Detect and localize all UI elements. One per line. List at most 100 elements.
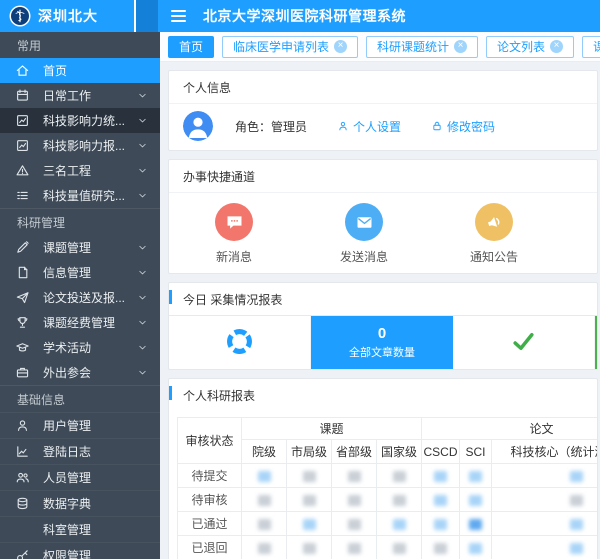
- quick-action-label: 发送消息: [340, 248, 388, 265]
- report-group-header: 课题: [242, 418, 422, 440]
- sidebar-item-paper-submission[interactable]: 论文投送及报...: [0, 285, 160, 310]
- sidebar-item-three-famous-project[interactable]: 三名工程: [0, 158, 160, 183]
- blank-icon: [15, 522, 30, 537]
- table-row: 待审核: [178, 488, 598, 512]
- report-cell: [422, 488, 460, 512]
- trophy-icon: [15, 315, 30, 330]
- sidebar-item-tech-influence-report[interactable]: 科技影响力报...: [0, 133, 160, 158]
- sidebar-item-daily-work[interactable]: 日常工作: [0, 83, 160, 108]
- report-cell: [422, 464, 460, 488]
- report-cell: [332, 464, 377, 488]
- personal-settings-link[interactable]: 个人设置: [337, 118, 401, 135]
- horn-icon: [475, 203, 513, 241]
- role-label: 角色：: [235, 120, 271, 134]
- blurred-value: [570, 495, 583, 506]
- sidebar-item-label: 人员管理: [43, 469, 160, 486]
- sidebar-item-department-mgmt[interactable]: 科室管理: [0, 516, 160, 542]
- sidebar-section-1: 科研管理课题管理信息管理论文投送及报...课题经费管理学术活动外出参会: [0, 208, 160, 385]
- tab-clinical-medicine-apply-list[interactable]: 临床医学申请列表×: [222, 36, 358, 58]
- report-column-header: 国家级: [377, 440, 422, 464]
- report-cell: [332, 488, 377, 512]
- report-cell: [377, 512, 422, 536]
- blurred-value: [434, 495, 447, 506]
- tab-home[interactable]: 首页: [168, 36, 214, 58]
- blurred-value: [393, 519, 406, 530]
- blurred-value: [393, 471, 406, 482]
- sidebar-item-project-funds-mgmt[interactable]: 课题经费管理: [0, 310, 160, 335]
- content-area: 个人信息 角色：管理员 个人设置修改密码 办事快捷通道 新消息发送消息通知公告: [160, 62, 600, 559]
- report-column-header: 科技核心（统计源）期刊: [492, 440, 597, 464]
- menu-toggle-icon[interactable]: [171, 10, 186, 22]
- tab-close-icon[interactable]: ×: [334, 40, 347, 53]
- sidebar-item-label: 科技量值研究...: [43, 187, 137, 204]
- report-cell: [242, 488, 287, 512]
- link-label: 个人设置: [353, 118, 401, 135]
- tab-label: 科研课题统计: [377, 38, 449, 55]
- home-icon: [15, 63, 30, 78]
- blurred-value: [434, 543, 447, 554]
- blurred-value: [258, 543, 271, 554]
- blurred-value: [434, 471, 447, 482]
- blurred-value: [434, 519, 447, 530]
- sidebar-item-conference-trip[interactable]: 外出参会: [0, 360, 160, 385]
- sidebar-item-label: 论文投送及报...: [43, 289, 137, 306]
- users-icon: [15, 470, 30, 485]
- sidebar-item-personnel-mgmt[interactable]: 人员管理: [0, 464, 160, 490]
- briefcase-icon: [15, 365, 30, 380]
- today-cell-spinner: [169, 316, 311, 369]
- app-title: 北京大学深圳医院科研管理系统: [203, 6, 406, 26]
- tab-paper-list[interactable]: 论文列表×: [486, 36, 574, 58]
- sidebar-item-tech-influence-stats[interactable]: 科技影响力统...: [0, 108, 160, 133]
- report-cell: [287, 464, 332, 488]
- report-cell: [492, 488, 597, 512]
- quick-action-new-message[interactable]: 新消息: [169, 203, 299, 265]
- report-cell: [422, 512, 460, 536]
- blurred-value: [258, 471, 271, 482]
- blurred-value: [348, 519, 361, 530]
- profile-card-header: 个人信息: [169, 71, 597, 104]
- sidebar-item-tech-value-research[interactable]: 科技量值研究...: [0, 183, 160, 208]
- sidebar-item-login-log[interactable]: 登陆日志: [0, 438, 160, 464]
- chevron-down-icon: [137, 242, 148, 253]
- user-icon: [15, 418, 30, 433]
- key-icon: [15, 548, 30, 559]
- app-root: 深圳北大 北京大学深圳医院科研管理系统 常用首页日常工作科技影响力统...科技影…: [0, 0, 600, 559]
- chart-box-icon: [15, 113, 30, 128]
- sidebar-item-data-dictionary[interactable]: 数据字典: [0, 490, 160, 516]
- report-cell: [377, 464, 422, 488]
- quick-action-notice-announcement[interactable]: 通知公告: [429, 203, 559, 265]
- sidebar-item-label: 数据字典: [43, 495, 160, 512]
- report-cell: [287, 512, 332, 536]
- chat-icon: [215, 203, 253, 241]
- tab-close-icon[interactable]: ×: [550, 40, 563, 53]
- tab-project-fee-report[interactable]: 课题费用报表×: [582, 36, 600, 58]
- role-value: 管理员: [271, 120, 307, 134]
- chart-box-icon: [15, 138, 30, 153]
- tab-close-icon[interactable]: ×: [454, 40, 467, 53]
- blurred-value: [393, 543, 406, 554]
- logo-text: 深圳北大: [38, 6, 98, 26]
- sidebar-item-home[interactable]: 首页: [0, 58, 160, 83]
- chevron-down-icon: [137, 267, 148, 278]
- sidebar-item-user-mgmt[interactable]: 用户管理: [0, 412, 160, 438]
- sidebar-item-label: 学术活动: [43, 339, 137, 356]
- report-group-header: 论文: [422, 418, 597, 440]
- sidebar-item-info-mgmt[interactable]: 信息管理: [0, 260, 160, 285]
- report-cell: [332, 536, 377, 559]
- today-cell-block: [595, 316, 597, 369]
- change-password-link[interactable]: 修改密码: [431, 118, 495, 135]
- sidebar-item-academic-activity[interactable]: 学术活动: [0, 335, 160, 360]
- sidebar-item-permission-mgmt[interactable]: 权限管理: [0, 542, 160, 559]
- report-cell: [460, 464, 492, 488]
- main-area: 首页临床医学申请列表×科研课题统计×论文列表×课题费用报表×用户列表× 个人信息…: [160, 32, 600, 559]
- sidebar-item-project-mgmt[interactable]: 课题管理: [0, 235, 160, 260]
- quick-action-label: 通知公告: [470, 248, 518, 265]
- check-icon: [510, 328, 537, 358]
- personal-report-title: 个人科研报表: [183, 389, 255, 403]
- report-table-wrap: 审核状态课题论文院级市局级省部级国家级CSCDSCI科技核心（统计源）期刊待提交…: [169, 411, 597, 559]
- blurred-value: [348, 471, 361, 482]
- quick-action-send-message[interactable]: 发送消息: [299, 203, 429, 265]
- tab-research-project-stats[interactable]: 科研课题统计 ×: [366, 36, 478, 58]
- blurred-value: [570, 543, 583, 554]
- role-text: 角色：管理员: [235, 118, 307, 135]
